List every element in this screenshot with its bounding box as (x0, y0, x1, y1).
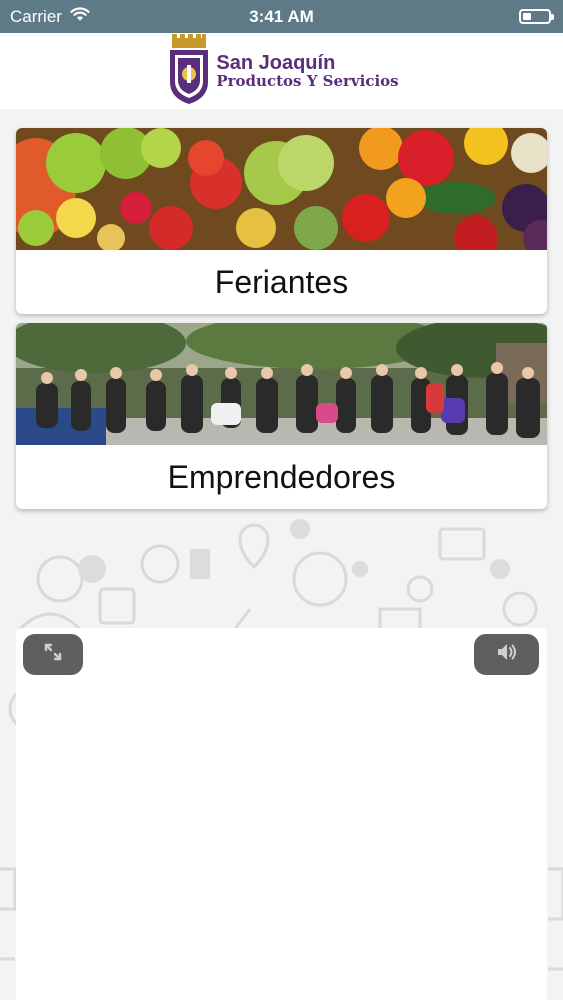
feriantes-card[interactable]: Feriantes (16, 128, 547, 314)
expand-icon (43, 642, 63, 667)
fruits-vegetables-photo (16, 128, 547, 250)
wifi-icon (70, 6, 90, 27)
video-player[interactable] (16, 628, 547, 1000)
status-bar: Carrier 3:41 AM (0, 0, 563, 33)
battery-icon (519, 9, 554, 24)
sound-button[interactable] (474, 634, 539, 675)
group-photo (16, 323, 547, 445)
emprendedores-label: Emprendedores (167, 458, 396, 495)
municipal-crest-icon (168, 33, 210, 109)
carrier-label: Carrier (10, 6, 62, 26)
emprendedores-card[interactable]: Emprendedores (16, 323, 547, 509)
speaker-icon (496, 642, 518, 667)
status-left: Carrier (10, 7, 90, 27)
app-title: San Joaquín (216, 51, 336, 74)
logo: San Joaquín Productos Y Servicios (168, 33, 399, 109)
fullscreen-button[interactable] (23, 634, 83, 675)
app-subtitle: Productos Y Servicios (216, 71, 399, 90)
app-header: San Joaquín Productos Y Servicios (0, 33, 563, 109)
feriantes-label: Feriantes (214, 263, 349, 300)
